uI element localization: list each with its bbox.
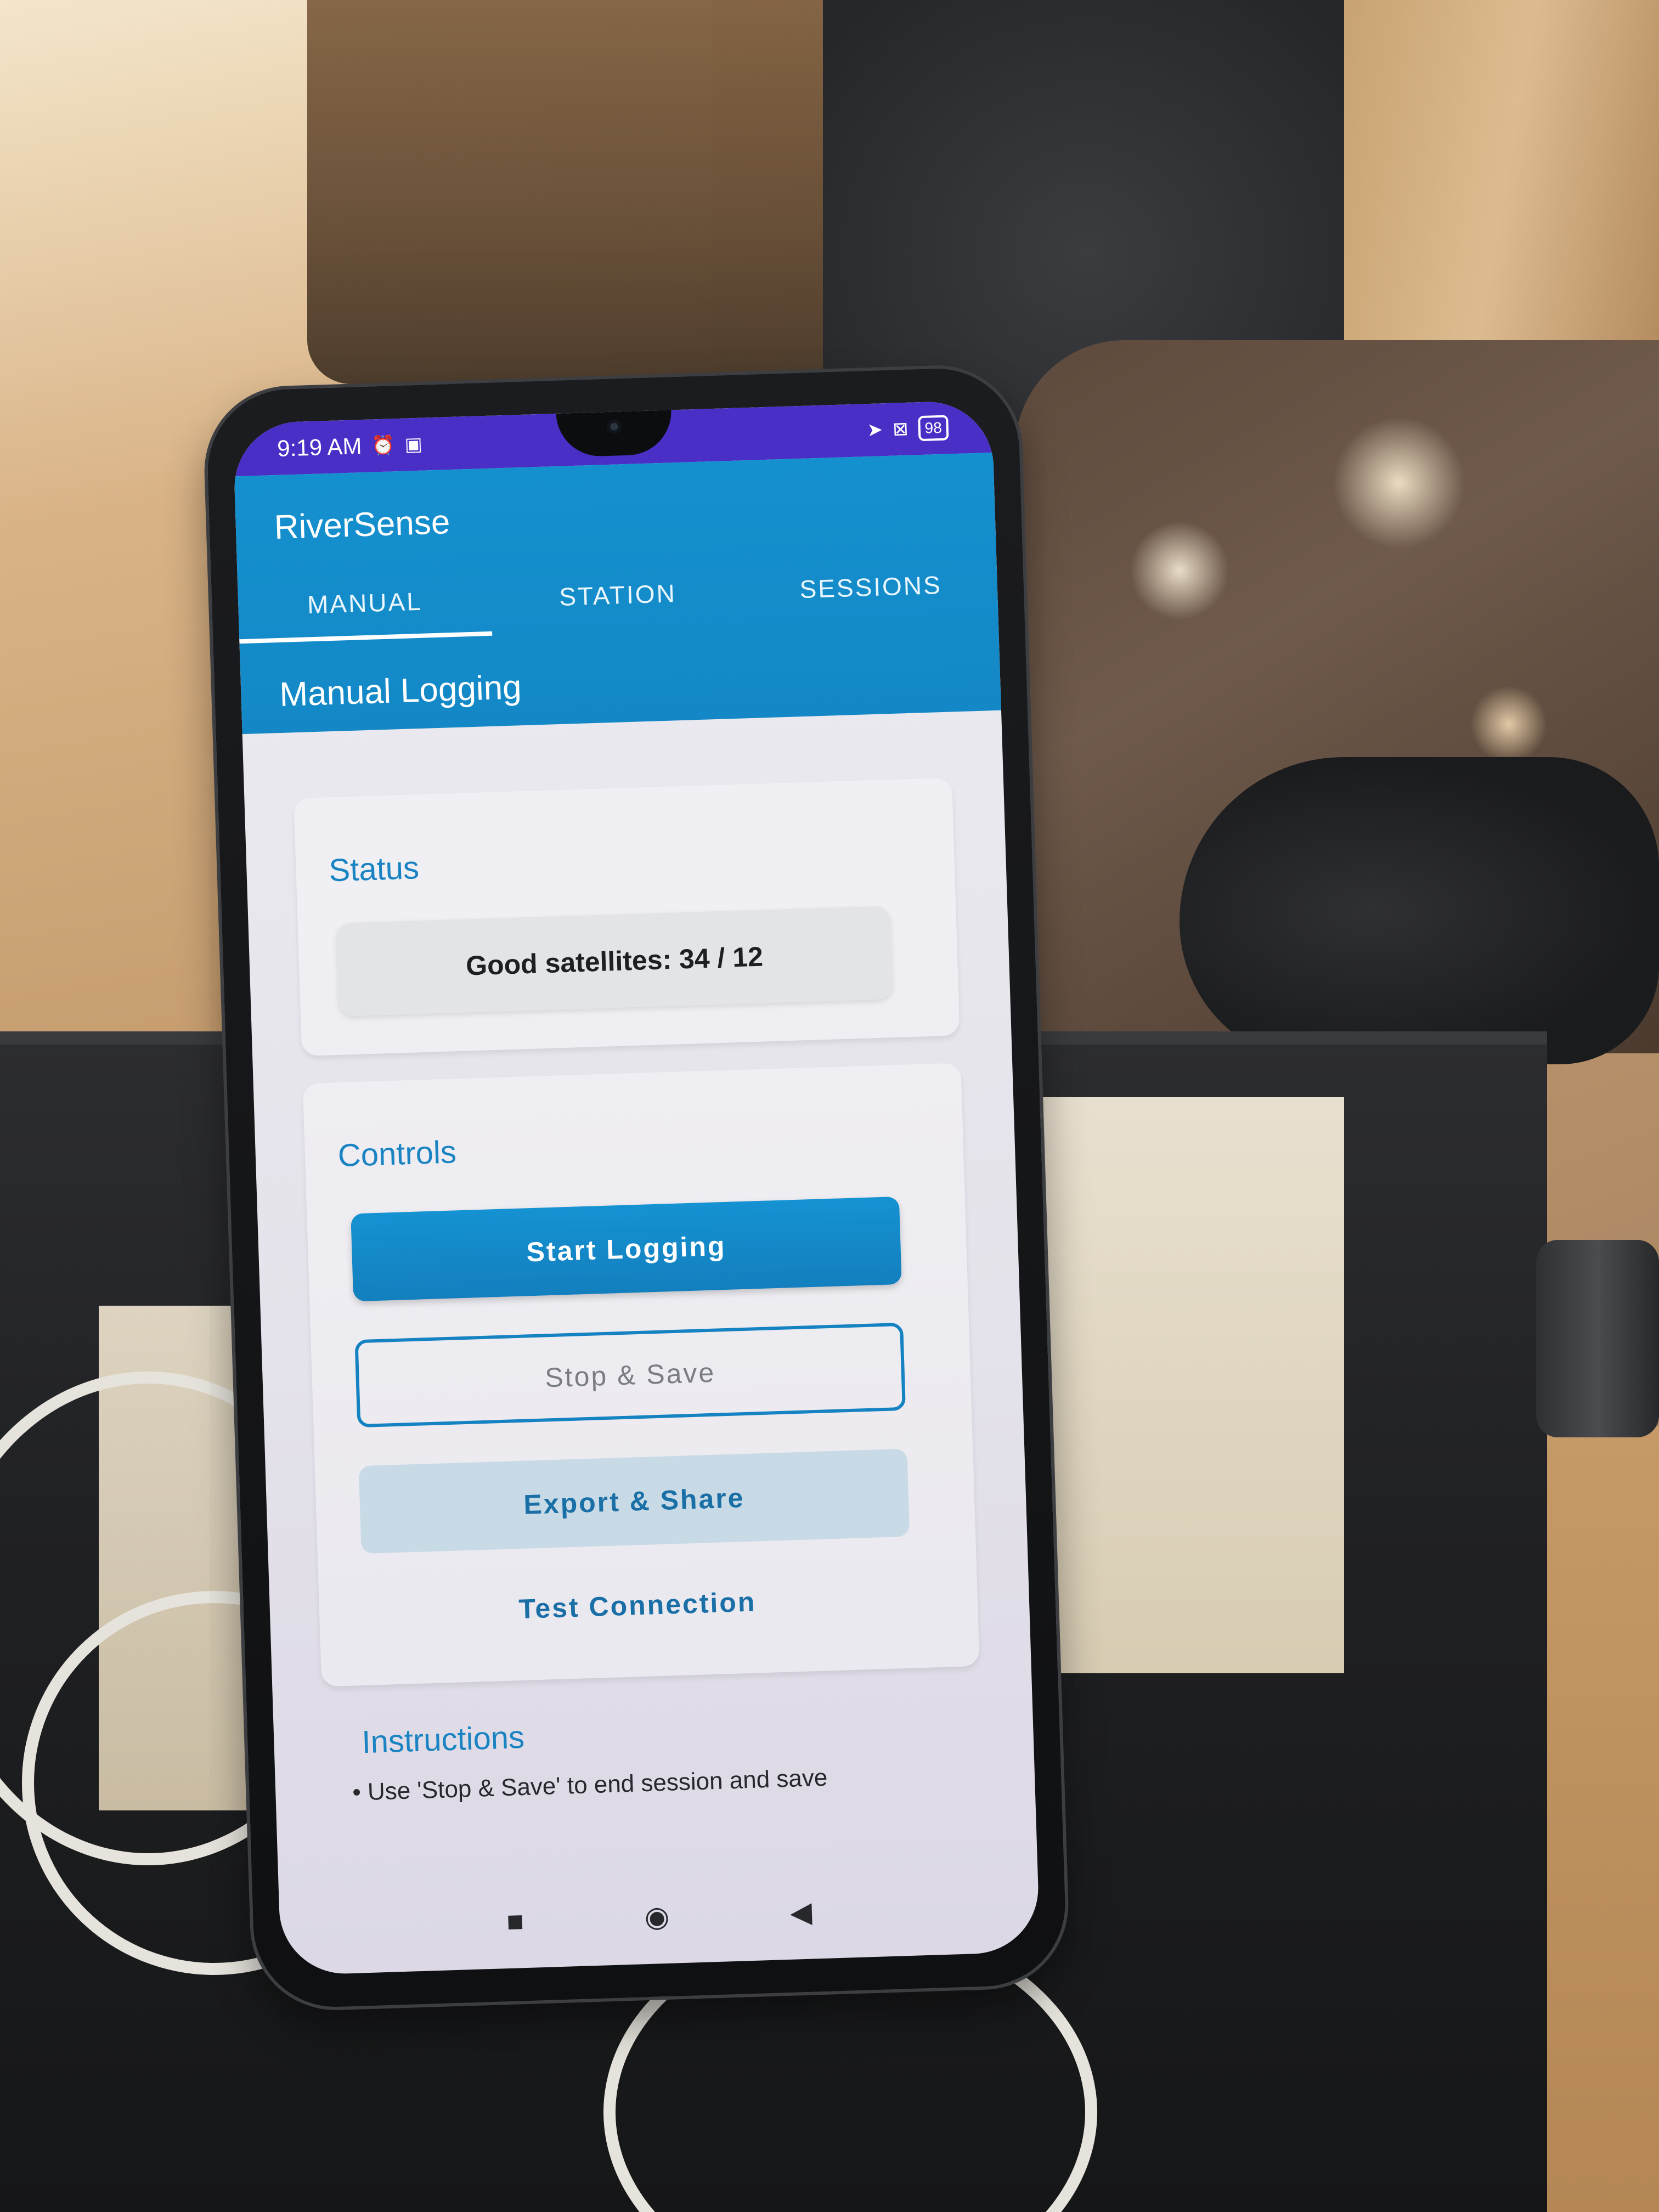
- instruction-item: • Use 'Stop & Save' to end session and s…: [352, 1764, 828, 1806]
- back-triangle-icon[interactable]: ◀: [789, 1896, 812, 1929]
- app-title: RiverSense: [273, 503, 451, 547]
- controls-card-title: Controls: [337, 1134, 457, 1174]
- tab-bar: MANUAL STATION SESSIONS: [237, 546, 998, 644]
- start-logging-button[interactable]: Start Logging: [351, 1196, 902, 1302]
- wood-plank-background: [1344, 0, 1659, 384]
- status-bar-left: 9:19 AM ⏰ ▣: [277, 431, 423, 462]
- tab-sessions[interactable]: SESSIONS: [743, 546, 998, 628]
- home-circle-icon[interactable]: ◉: [644, 1900, 670, 1934]
- battery-indicator: 98: [917, 415, 949, 442]
- mi-icon: ▣: [404, 433, 423, 455]
- smartphone: 9:19 AM ⏰ ▣ ➤ ⊠ 98 RiverSense MANUAL STA…: [205, 366, 1068, 2010]
- status-card-title: Status: [328, 850, 420, 889]
- alarm-off-icon: ⏰: [371, 435, 396, 456]
- tab-station[interactable]: STATION: [490, 554, 745, 635]
- status-time: 9:19 AM: [276, 433, 363, 461]
- close-box-icon: ⊠: [892, 418, 909, 440]
- tab-manual[interactable]: MANUAL: [237, 562, 492, 644]
- test-connection-button[interactable]: Test Connection: [362, 1553, 913, 1658]
- recents-square-icon[interactable]: ■: [506, 1905, 524, 1938]
- location-arrow-icon: ➤: [867, 419, 883, 441]
- app-bar: RiverSense MANUAL STATION SESSIONS Manua…: [234, 452, 1001, 735]
- phone-screen: 9:19 AM ⏰ ▣ ➤ ⊠ 98 RiverSense MANUAL STA…: [232, 399, 1041, 1976]
- instructions-title: Instructions: [361, 1719, 525, 1760]
- cable-gland-knob: [1536, 1240, 1659, 1437]
- controls-card: Controls Start Logging Stop & Save Expor…: [302, 1063, 980, 1687]
- satellite-status-value: Good satellites: 34 / 12: [336, 906, 893, 1017]
- black-tape-background: [1180, 757, 1659, 1064]
- photo-scene: 9:19 AM ⏰ ▣ ➤ ⊠ 98 RiverSense MANUAL STA…: [0, 0, 1659, 2212]
- stop-save-button[interactable]: Stop & Save: [354, 1322, 906, 1428]
- status-bar-right: ➤ ⊠ 98: [867, 415, 949, 443]
- main-content: Status Good satellites: 34 / 12 Controls…: [242, 710, 1040, 1976]
- page-title: Manual Logging: [279, 668, 522, 714]
- status-card: Status Good satellites: 34 / 12: [294, 777, 960, 1057]
- export-share-button[interactable]: Export & Share: [358, 1448, 910, 1554]
- front-camera: [606, 419, 622, 434]
